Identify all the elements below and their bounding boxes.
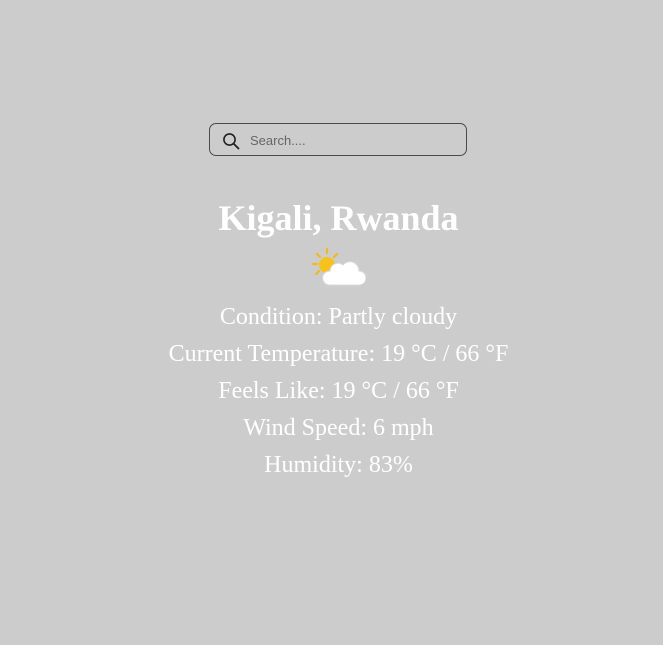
search-icon[interactable] (222, 132, 240, 150)
wind-speed-text: Wind Speed: 6 mph (243, 415, 434, 441)
search-input[interactable] (250, 128, 458, 152)
condition-text: Condition: Partly cloudy (219, 304, 458, 330)
location-title: Kigali, Rwanda (218, 198, 459, 238)
partly-cloudy-icon (311, 247, 366, 286)
feels-like-text: Feels Like: 19 °C / 66 °F (218, 378, 459, 404)
search-box[interactable] (209, 123, 467, 156)
humidity-text: Humidity: 83% (264, 452, 413, 478)
temperature-text: Current Temperature: 19 °C / 66 °F (168, 341, 509, 367)
